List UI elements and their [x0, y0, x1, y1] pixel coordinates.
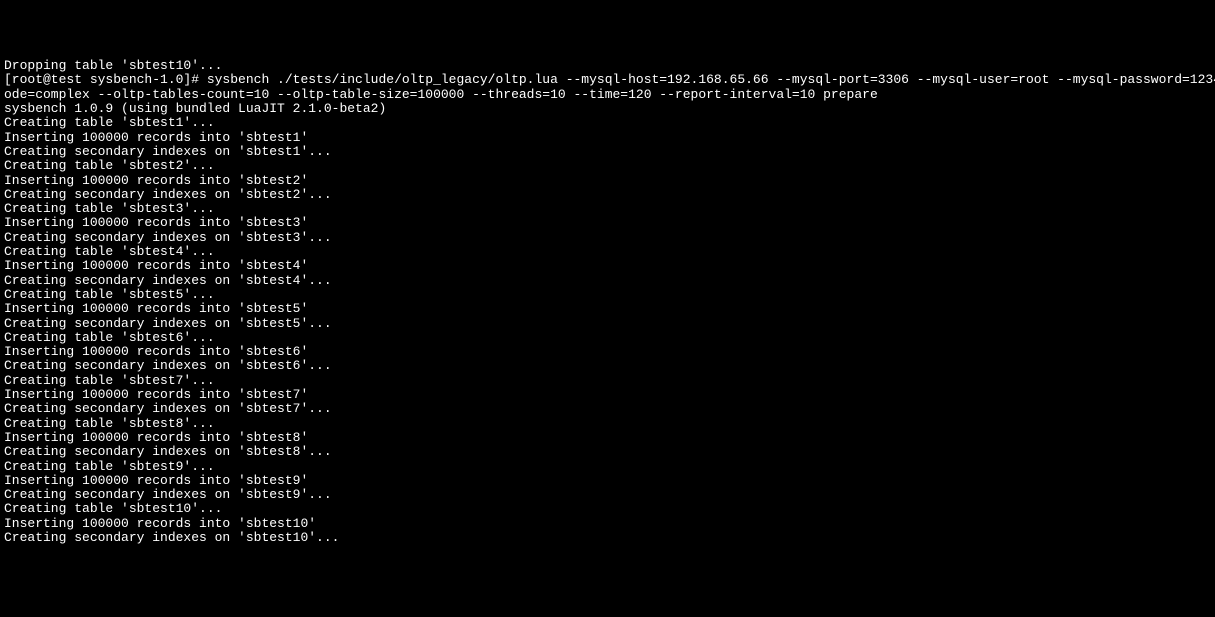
terminal-line: Creating table 'sbtest7'... — [4, 374, 1211, 388]
terminal-line: Dropping table 'sbtest10'... — [4, 59, 1211, 73]
terminal-line: Creating secondary indexes on 'sbtest4'.… — [4, 274, 1211, 288]
terminal-line: Creating table 'sbtest5'... — [4, 288, 1211, 302]
terminal-line: Creating table 'sbtest6'... — [4, 331, 1211, 345]
terminal-line: Inserting 100000 records into 'sbtest1' — [4, 131, 1211, 145]
terminal-line: Creating secondary indexes on 'sbtest6'.… — [4, 359, 1211, 373]
terminal-line: Inserting 100000 records into 'sbtest10' — [4, 517, 1211, 531]
terminal-line: Creating table 'sbtest9'... — [4, 460, 1211, 474]
terminal-line: Creating secondary indexes on 'sbtest9'.… — [4, 488, 1211, 502]
terminal-line: Creating table 'sbtest2'... — [4, 159, 1211, 173]
terminal-line: Creating secondary indexes on 'sbtest2'.… — [4, 188, 1211, 202]
terminal-line: Inserting 100000 records into 'sbtest4' — [4, 259, 1211, 273]
terminal-line: Creating secondary indexes on 'sbtest1'.… — [4, 145, 1211, 159]
terminal-line: Creating secondary indexes on 'sbtest5'.… — [4, 317, 1211, 331]
terminal-line: sysbench 1.0.9 (using bundled LuaJIT 2.1… — [4, 102, 1211, 116]
terminal-line: ode=complex --oltp-tables-count=10 --olt… — [4, 88, 1211, 102]
terminal-line: Creating secondary indexes on 'sbtest8'.… — [4, 445, 1211, 459]
terminal-line: Creating table 'sbtest10'... — [4, 502, 1211, 516]
terminal-line: Inserting 100000 records into 'sbtest6' — [4, 345, 1211, 359]
terminal-line: Creating table 'sbtest4'... — [4, 245, 1211, 259]
terminal-line: Creating secondary indexes on 'sbtest3'.… — [4, 231, 1211, 245]
terminal-output[interactable]: Dropping table 'sbtest10'...[root@test s… — [4, 59, 1211, 545]
terminal-line: Inserting 100000 records into 'sbtest8' — [4, 431, 1211, 445]
terminal-line: Inserting 100000 records into 'sbtest5' — [4, 302, 1211, 316]
terminal-line: Creating table 'sbtest3'... — [4, 202, 1211, 216]
terminal-line: Creating table 'sbtest1'... — [4, 116, 1211, 130]
terminal-line: Inserting 100000 records into 'sbtest9' — [4, 474, 1211, 488]
terminal-line: Creating table 'sbtest8'... — [4, 417, 1211, 431]
terminal-line: Inserting 100000 records into 'sbtest2' — [4, 174, 1211, 188]
terminal-line: [root@test sysbench-1.0]# sysbench ./tes… — [4, 73, 1211, 87]
terminal-line: Creating secondary indexes on 'sbtest7'.… — [4, 402, 1211, 416]
terminal-line: Creating secondary indexes on 'sbtest10'… — [4, 531, 1211, 545]
terminal-line: Inserting 100000 records into 'sbtest3' — [4, 216, 1211, 230]
terminal-line: Inserting 100000 records into 'sbtest7' — [4, 388, 1211, 402]
